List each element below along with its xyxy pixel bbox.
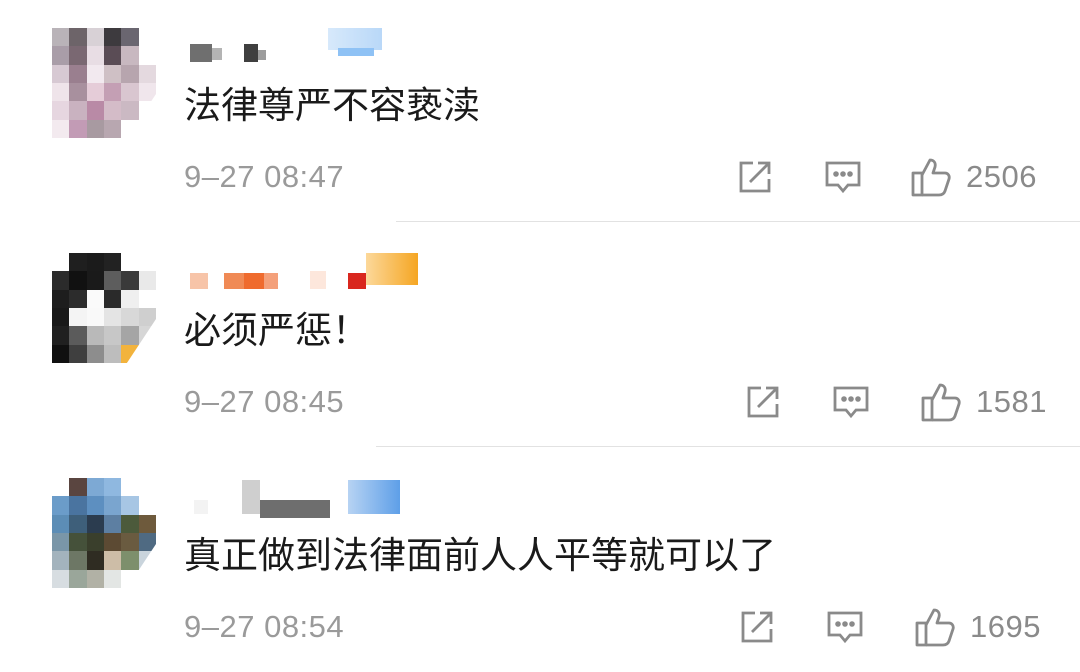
like-count: 1695: [970, 609, 1041, 644]
share-icon: [741, 611, 773, 643]
user-badge: [366, 253, 418, 285]
share-icon: [739, 161, 771, 193]
avatar[interactable]: [52, 253, 156, 363]
reply-button[interactable]: [826, 606, 864, 648]
comment-item: 必须严惩！ 9–27 08:45 1581: [0, 225, 1080, 447]
thumbs-up-icon: [921, 383, 961, 422]
like-count: 1581: [976, 384, 1047, 419]
username-redacted[interactable]: [186, 253, 426, 293]
like-button[interactable]: 1581: [920, 381, 1047, 423]
comment-icon: [827, 611, 863, 644]
thumbs-up-icon: [915, 608, 955, 647]
share-button[interactable]: [736, 156, 774, 198]
comment-text: 必须严惩！: [184, 309, 369, 352]
like-button[interactable]: 2506: [910, 156, 1037, 198]
user-badge: [328, 28, 382, 50]
comment-text: 真正做到法律面前人人平等就可以了: [184, 534, 776, 577]
comment-icon: [825, 161, 861, 194]
divider: [396, 221, 1080, 222]
comment-item: 法律尊严不容亵渎 9–27 08:47 2506: [0, 0, 1080, 222]
share-button[interactable]: [744, 381, 782, 423]
divider: [376, 446, 1080, 447]
user-badge: [348, 480, 400, 514]
share-icon: [747, 386, 779, 418]
like-count: 2506: [966, 159, 1037, 194]
username-redacted[interactable]: [186, 480, 426, 518]
reply-button[interactable]: [824, 156, 862, 198]
comment-time: 9–27 08:54: [184, 609, 345, 644]
thumbs-up-icon: [911, 158, 951, 197]
comment-text: 法律尊严不容亵渎: [184, 84, 480, 127]
avatar[interactable]: [52, 28, 156, 138]
comment-time: 9–27 08:47: [184, 159, 345, 194]
avatar[interactable]: [52, 478, 156, 588]
username-redacted[interactable]: [186, 28, 426, 68]
share-button[interactable]: [738, 606, 776, 648]
comment-time: 9–27 08:45: [184, 384, 345, 419]
comment-icon: [833, 386, 869, 419]
reply-button[interactable]: [832, 381, 870, 423]
like-button[interactable]: 1695: [914, 606, 1041, 648]
comment-item: 真正做到法律面前人人平等就可以了 9–27 08:54 1695: [0, 450, 1080, 672]
